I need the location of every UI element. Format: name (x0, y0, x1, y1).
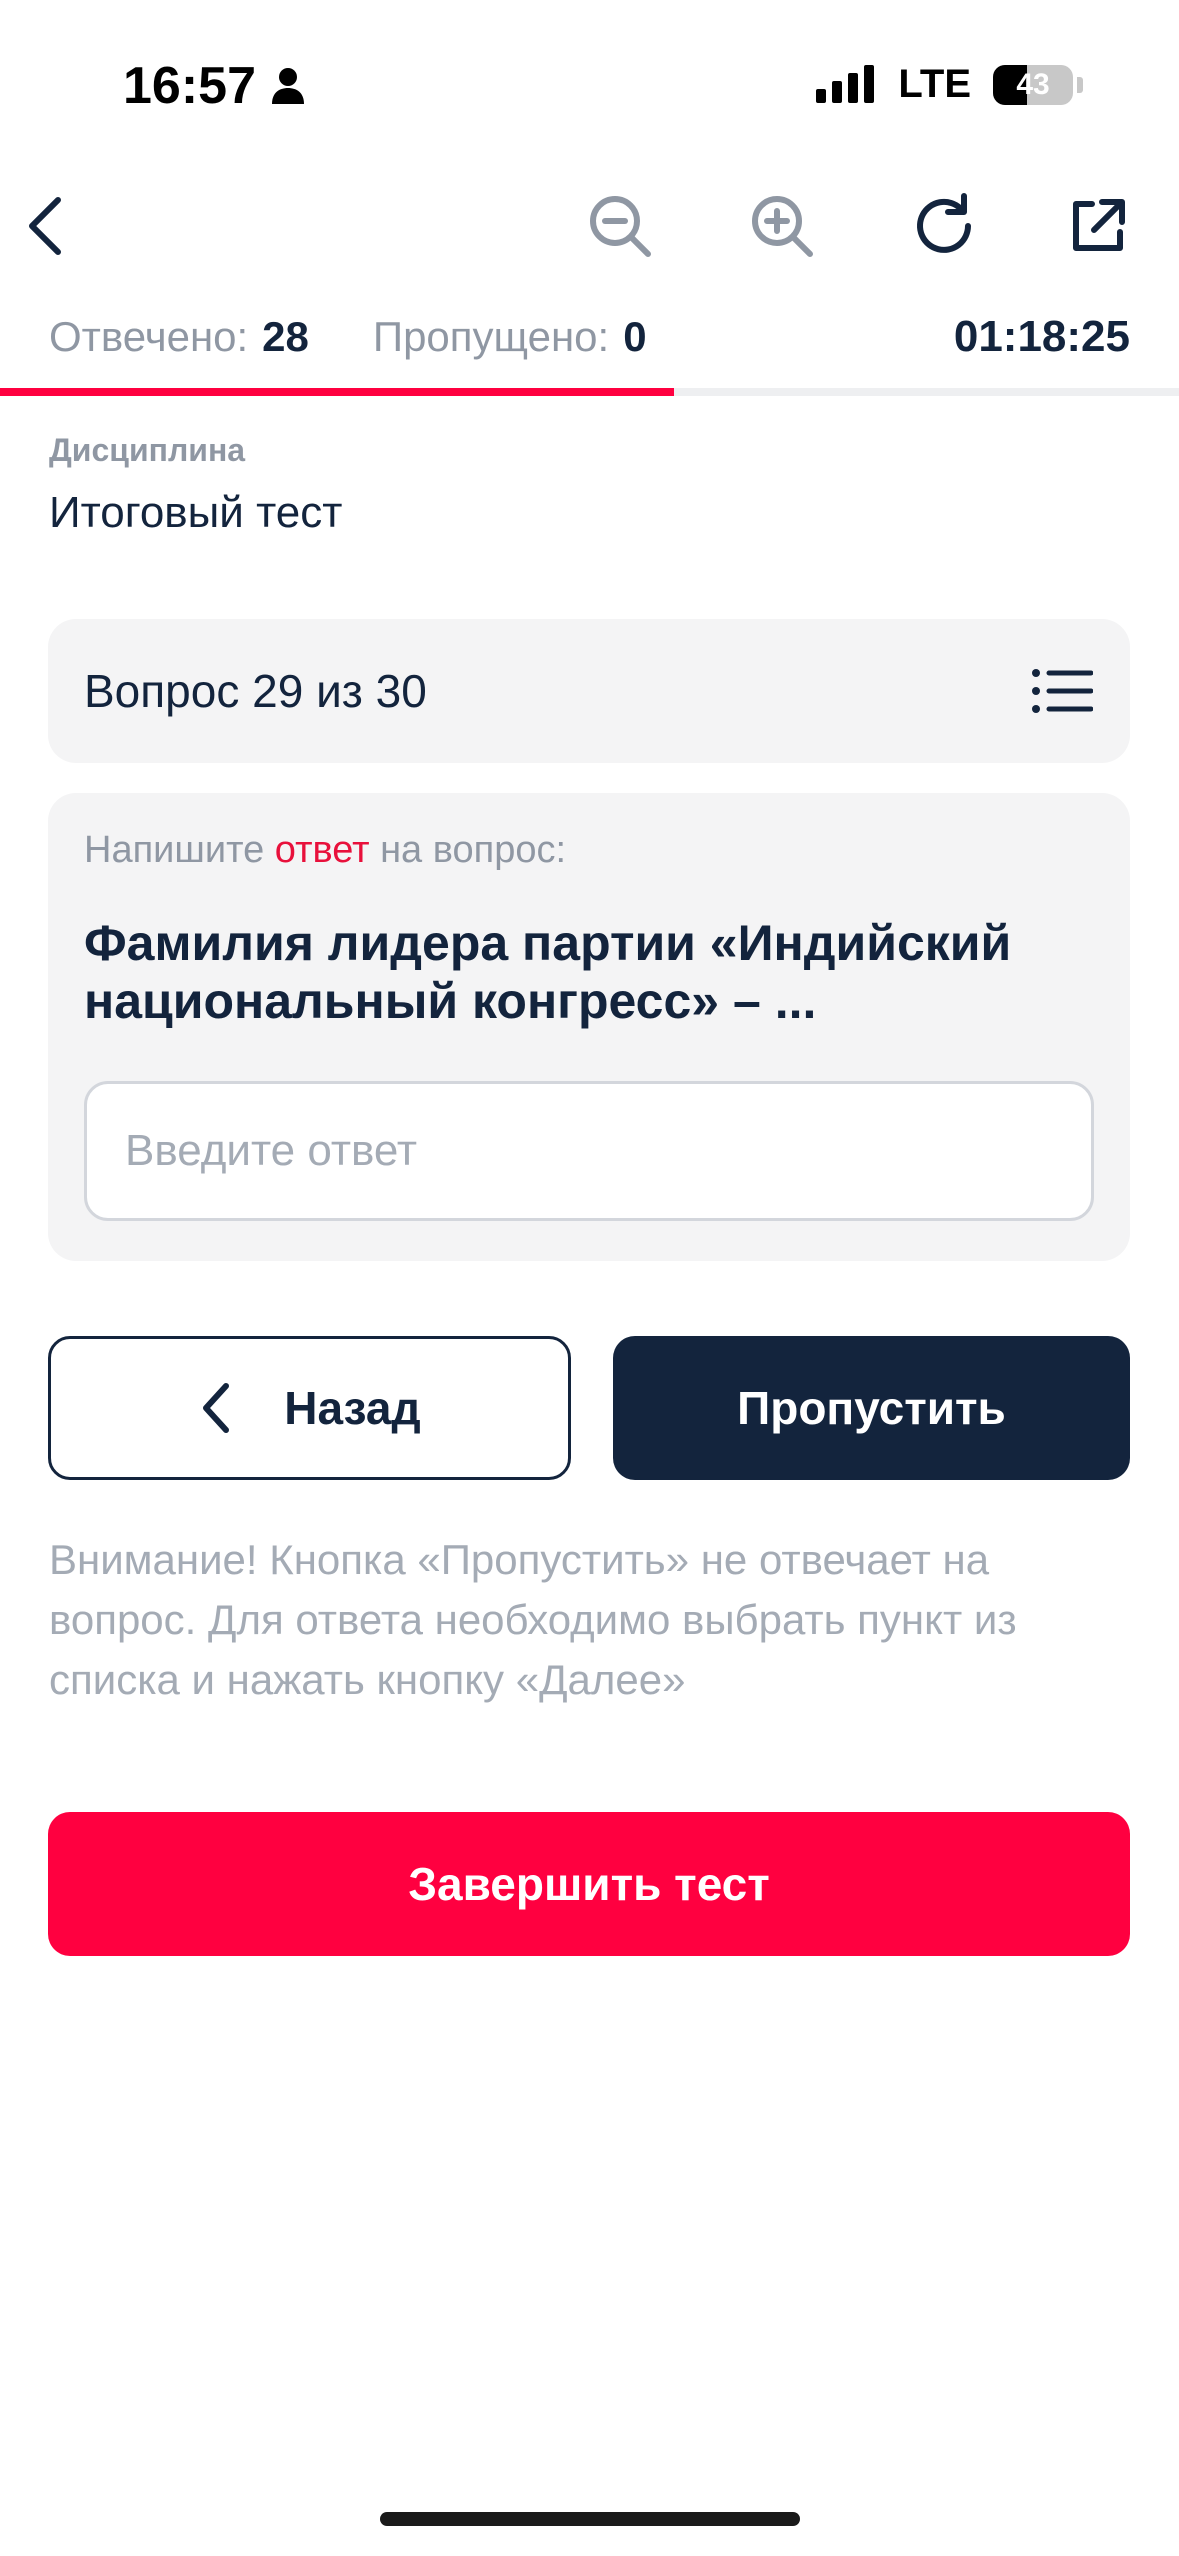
skipped-count: 0 (623, 313, 647, 360)
timer: 01:18:25 (953, 312, 1130, 361)
question-number: Вопрос 29 из 30 (84, 665, 427, 717)
back-button-label: Назад (284, 1382, 421, 1434)
skip-button-label: Пропустить (737, 1382, 1006, 1434)
clock: 16:57 (123, 57, 256, 115)
test-screen: 16:57 LTE 43 Отвечено: 28 Пропущено: 0 0… (0, 0, 1179, 2556)
refresh-icon[interactable] (906, 188, 982, 264)
answer-input[interactable] (84, 1081, 1094, 1221)
finish-test-button[interactable]: Завершить тест (48, 1812, 1130, 1956)
finish-test-label: Завершить тест (408, 1858, 770, 1910)
question-instruction: Напишите ответ на вопрос: (84, 829, 567, 871)
back-icon[interactable] (10, 188, 86, 264)
answered-label: Отвечено: (49, 313, 249, 360)
warning-note: Внимание! Кнопка «Пропустить» не отвечае… (49, 1536, 1017, 1703)
instruction-accent: ответ (274, 829, 370, 871)
external-link-icon[interactable] (1060, 188, 1136, 264)
test-stats: Отвечено: 28 Пропущено: 0 01:18:25 (49, 312, 1130, 362)
status-time: 16:57 (123, 56, 306, 116)
progress-fill (0, 388, 675, 396)
back-button[interactable]: Назад (48, 1336, 571, 1480)
battery-tip (1077, 76, 1083, 93)
skip-button[interactable]: Пропустить (613, 1336, 1130, 1480)
home-indicator[interactable] (380, 2512, 800, 2526)
question-list-icon[interactable] (1030, 659, 1094, 723)
zoom-in-icon[interactable] (744, 188, 820, 264)
question-header: Вопрос 29 из 30 (48, 619, 1130, 763)
question-card: Напишите ответ на вопрос: Фамилия лидера… (48, 793, 1130, 1261)
battery-level: 43 (1016, 67, 1050, 101)
signal-icon (816, 64, 875, 103)
network-type: LTE (898, 62, 971, 106)
status-indicators: LTE 43 (816, 62, 1083, 107)
person-icon (272, 68, 304, 104)
skipped-label: Пропущено: (372, 313, 610, 360)
chevron-left-icon (203, 1383, 230, 1433)
question-text: Фамилия лидера партии «Индийский национа… (84, 915, 1012, 1029)
discipline-label: Дисциплина (49, 432, 246, 468)
progress-bar (0, 388, 1179, 396)
answered-count: 28 (262, 313, 309, 360)
battery-icon: 43 (993, 64, 1073, 105)
discipline-value: Итоговый тест (49, 488, 343, 537)
zoom-out-icon[interactable] (582, 188, 658, 264)
